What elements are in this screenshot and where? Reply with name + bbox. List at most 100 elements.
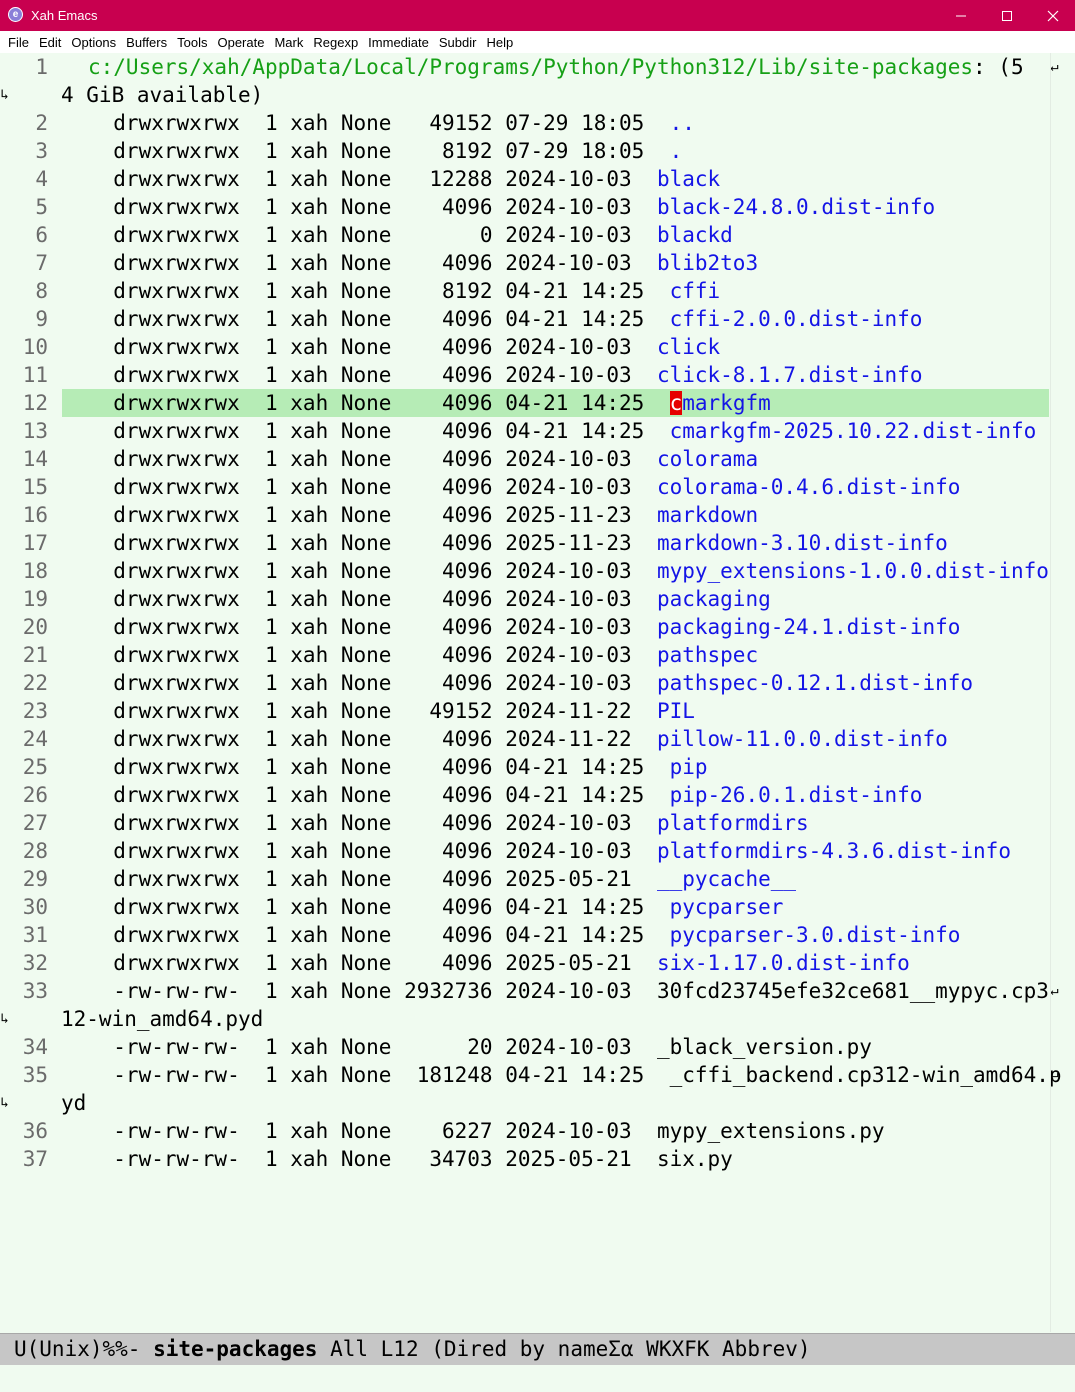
file-entry[interactable]: 24 drwxrwxrwx 1 xah None 4096 2024-11-22… [0, 725, 1050, 753]
file-name[interactable]: markdown [657, 503, 758, 527]
file-entry[interactable]: 2 drwxrwxrwx 1 xah None 49152 07-29 18:0… [0, 109, 1050, 137]
file-name[interactable]: pip [670, 755, 708, 779]
file-attributes: -rw-rw-rw- 1 xah None 2932736 2024-10-03 [88, 979, 657, 1003]
file-name[interactable]: packaging [657, 587, 771, 611]
file-name[interactable]: colorama [657, 447, 758, 471]
file-name[interactable]: _cffi_backend.cp312-win_amd64.p [670, 1063, 1062, 1087]
file-entry[interactable]: 25 drwxrwxrwx 1 xah None 4096 04-21 14:2… [0, 753, 1050, 781]
title-bar: e Xah Emacs [0, 0, 1075, 31]
file-name[interactable]: PIL [657, 699, 695, 723]
file-entry[interactable]: 14 drwxrwxrwx 1 xah None 4096 2024-10-03… [0, 445, 1050, 473]
file-attributes: -rw-rw-rw- 1 xah None 20 2024-10-03 [88, 1035, 657, 1059]
file-entry[interactable]: 4 drwxrwxrwx 1 xah None 12288 2024-10-03… [0, 165, 1050, 193]
mode-line-rest: All L12 (Dired by nameΣα WKXFK Abbrev) [317, 1337, 811, 1361]
menu-operate[interactable]: Operate [212, 35, 269, 50]
file-name[interactable]: six.py [657, 1147, 733, 1171]
file-name[interactable]: cffi [670, 279, 721, 303]
file-name[interactable]: mypy_extensions-1.0.0.dist-info [657, 559, 1049, 583]
file-name[interactable]: pathspec-0.12.1.dist-info [657, 671, 973, 695]
file-entry[interactable]: 15 drwxrwxrwx 1 xah None 4096 2024-10-03… [0, 473, 1050, 501]
file-entry[interactable]: 36 -rw-rw-rw- 1 xah None 6227 2024-10-03… [0, 1117, 1050, 1145]
file-entry[interactable]: 12 drwxrwxrwx 1 xah None 4096 04-21 14:2… [23, 389, 1049, 417]
file-entry[interactable]: 5 drwxrwxrwx 1 xah None 4096 2024-10-03 … [0, 193, 1050, 221]
file-entry-text: drwxrwxrwx 1 xah None 4096 2024-10-03 my… [88, 557, 1049, 585]
file-entry[interactable]: 37 -rw-rw-rw- 1 xah None 34703 2025-05-2… [0, 1145, 1050, 1173]
file-name[interactable]: markgfm [682, 391, 771, 415]
file-name[interactable]: .. [670, 111, 695, 135]
menu-mark[interactable]: Mark [269, 35, 308, 50]
file-name[interactable]: black [657, 167, 720, 191]
menu-regexp[interactable]: Regexp [308, 35, 363, 50]
menu-options[interactable]: Options [66, 35, 121, 50]
file-name[interactable]: pillow-11.0.0.dist-info [657, 727, 948, 751]
file-entry[interactable]: 8 drwxrwxrwx 1 xah None 8192 04-21 14:25… [0, 277, 1050, 305]
file-entry[interactable]: 35 -rw-rw-rw- 1 xah None 181248 04-21 14… [0, 1061, 1062, 1089]
file-entry-text: drwxrwxrwx 1 xah None 49152 07-29 18:05 … [88, 109, 695, 137]
menu-buffers[interactable]: Buffers [121, 35, 172, 50]
file-name[interactable]: click [657, 335, 720, 359]
file-entry[interactable]: 16 drwxrwxrwx 1 xah None 4096 2025-11-23… [0, 501, 1050, 529]
file-name[interactable]: mypy_extensions.py [657, 1119, 885, 1143]
file-entry[interactable]: 32 drwxrwxrwx 1 xah None 4096 2025-05-21… [0, 949, 1050, 977]
file-attributes: drwxrwxrwx 1 xah None 4096 2024-10-03 [88, 335, 657, 359]
dired-buffer[interactable]: 1 c:/Users/xah/AppData/Local/Programs/Py… [0, 53, 1075, 1332]
file-entry[interactable]: 22 drwxrwxrwx 1 xah None 4096 2024-10-03… [0, 669, 1050, 697]
maximize-button[interactable] [983, 0, 1029, 31]
file-entry-text: drwxrwxrwx 1 xah None 12288 2024-10-03 b… [88, 165, 720, 193]
file-name[interactable]: markdown-3.10.dist-info [657, 531, 948, 555]
file-name[interactable]: blib2to3 [657, 251, 758, 275]
file-entry[interactable]: 7 drwxrwxrwx 1 xah None 4096 2024-10-03 … [0, 249, 1050, 277]
file-name[interactable]: __pycache__ [657, 867, 796, 891]
file-name[interactable]: black-24.8.0.dist-info [657, 195, 935, 219]
file-name[interactable]: pip-26.0.1.dist-info [670, 783, 923, 807]
menu-immediate[interactable]: Immediate [363, 35, 434, 50]
file-name[interactable]: packaging-24.1.dist-info [657, 615, 960, 639]
file-entry[interactable]: 21 drwxrwxrwx 1 xah None 4096 2024-10-03… [0, 641, 1050, 669]
file-entry[interactable]: 9 drwxrwxrwx 1 xah None 4096 04-21 14:25… [0, 305, 1050, 333]
file-entry[interactable]: 31 drwxrwxrwx 1 xah None 4096 04-21 14:2… [0, 921, 1050, 949]
file-entry[interactable]: 18 drwxrwxrwx 1 xah None 4096 2024-10-03… [0, 557, 1050, 585]
menu-file[interactable]: File [3, 35, 34, 50]
minibuffer[interactable] [0, 1365, 1075, 1392]
file-attributes: drwxrwxrwx 1 xah None 8192 04-21 14:25 [88, 279, 670, 303]
file-name[interactable]: _black_version.py [657, 1035, 872, 1059]
file-attributes: drwxrwxrwx 1 xah None 4096 04-21 14:25 [88, 783, 670, 807]
file-name[interactable]: click-8.1.7.dist-info [657, 363, 923, 387]
file-name[interactable]: colorama-0.4.6.dist-info [657, 475, 960, 499]
file-name[interactable]: cffi-2.0.0.dist-info [670, 307, 923, 331]
file-entry[interactable]: 3 drwxrwxrwx 1 xah None 8192 07-29 18:05… [0, 137, 1050, 165]
file-name[interactable]: pathspec [657, 643, 758, 667]
file-entry[interactable]: 11 drwxrwxrwx 1 xah None 4096 2024-10-03… [0, 361, 1050, 389]
file-entry[interactable]: 27 drwxrwxrwx 1 xah None 4096 2024-10-03… [0, 809, 1050, 837]
menu-subdir[interactable]: Subdir [434, 35, 482, 50]
file-name[interactable]: pycparser-3.0.dist-info [670, 923, 961, 947]
file-entry[interactable]: 29 drwxrwxrwx 1 xah None 4096 2025-05-21… [0, 865, 1050, 893]
directory-path[interactable]: c:/Users/xah/AppData/Local/Programs/Pyth… [88, 55, 973, 79]
file-name[interactable]: cmarkgfm-2025.10.22.dist-info [670, 419, 1037, 443]
file-name[interactable]: platformdirs-4.3.6.dist-info [657, 839, 1011, 863]
file-entry[interactable]: 26 drwxrwxrwx 1 xah None 4096 04-21 14:2… [0, 781, 1050, 809]
close-button[interactable] [1029, 0, 1075, 31]
file-entry[interactable]: 10 drwxrwxrwx 1 xah None 4096 2024-10-03… [0, 333, 1050, 361]
file-name[interactable]: pycparser [670, 895, 784, 919]
file-entry[interactable]: 28 drwxrwxrwx 1 xah None 4096 2024-10-03… [0, 837, 1050, 865]
file-name[interactable]: . [670, 139, 683, 163]
file-entry[interactable]: 6 drwxrwxrwx 1 xah None 0 2024-10-03 bla… [0, 221, 1050, 249]
file-entry[interactable]: 13 drwxrwxrwx 1 xah None 4096 04-21 14:2… [0, 417, 1050, 445]
menu-help[interactable]: Help [481, 35, 518, 50]
file-name[interactable]: platformdirs [657, 811, 809, 835]
file-entry[interactable]: 33 -rw-rw-rw- 1 xah None 2932736 2024-10… [0, 977, 1059, 1005]
file-entry[interactable]: 30 drwxrwxrwx 1 xah None 4096 04-21 14:2… [0, 893, 1050, 921]
file-entry[interactable]: 23 drwxrwxrwx 1 xah None 49152 2024-11-2… [0, 697, 1050, 725]
file-entry[interactable]: 17 drwxrwxrwx 1 xah None 4096 2025-11-23… [0, 529, 1050, 557]
line-number: 6 [35, 223, 48, 247]
menu-edit[interactable]: Edit [34, 35, 66, 50]
file-entry[interactable]: 34 -rw-rw-rw- 1 xah None 20 2024-10-03 _… [0, 1033, 1050, 1061]
minimize-button[interactable] [937, 0, 983, 31]
menu-tools[interactable]: Tools [172, 35, 212, 50]
file-entry[interactable]: 20 drwxrwxrwx 1 xah None 4096 2024-10-03… [0, 613, 1050, 641]
file-name[interactable]: six-1.17.0.dist-info [657, 951, 910, 975]
file-name[interactable]: blackd [657, 223, 733, 247]
file-name[interactable]: 30fcd23745efe32ce681__mypyc.cp3 [657, 979, 1049, 1003]
file-entry[interactable]: 19 drwxrwxrwx 1 xah None 4096 2024-10-03… [0, 585, 1050, 613]
